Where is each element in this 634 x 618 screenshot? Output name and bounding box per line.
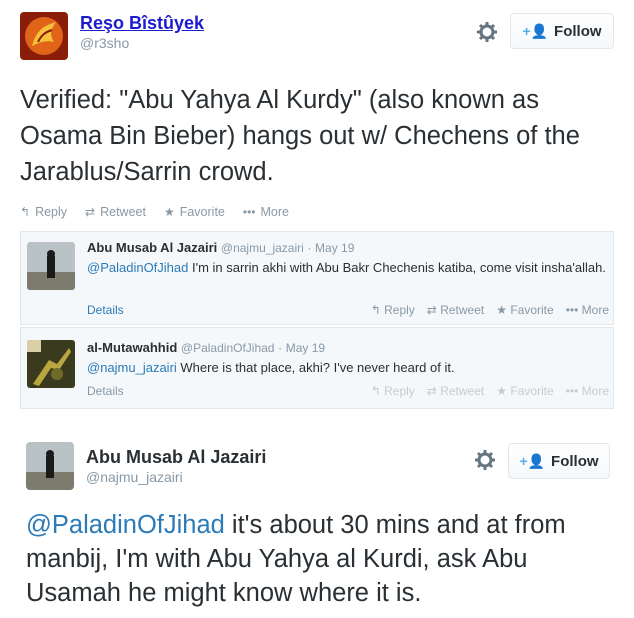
reply-date[interactable]: May 19 (286, 341, 325, 355)
author-name[interactable]: Abu Musab Al Jazairi (86, 446, 266, 468)
reply-body: Where is that place, akhi? I've never he… (176, 360, 455, 375)
mention-link[interactable]: @najmu_jazairi (87, 360, 177, 375)
reply-arrow-icon: ↰ (370, 303, 381, 317)
more-button[interactable]: ••• More (243, 205, 289, 219)
embedded-reply[interactable]: al-Mutawahhid @PaladinOfJihad · May 19 @… (20, 327, 614, 409)
gear-icon[interactable] (474, 449, 496, 471)
reply-actions: ↰ Reply ⇄ Retweet ★ Favorite ••• More (371, 303, 609, 317)
details-link[interactable]: Details (87, 303, 124, 317)
avatar[interactable] (26, 442, 74, 490)
reply-arrow-icon: ↰ (370, 384, 381, 398)
retweet-label: Retweet (440, 303, 485, 317)
mention-link[interactable]: @PaladinOfJihad (26, 511, 225, 539)
tweet1-header: Reşo Bîstûyek @r3sho (20, 12, 204, 60)
reply-label: Reply (384, 384, 415, 398)
follow-button[interactable]: +👤 Follow (510, 13, 614, 49)
retweet-icon: ⇄ (85, 205, 96, 219)
reply-text: @najmu_jazairi Where is that place, akhi… (87, 359, 607, 377)
favorite-label: Favorite (510, 384, 554, 398)
reply-button[interactable]: ↰ Reply (371, 384, 415, 398)
reply-author-name[interactable]: Abu Musab Al Jazairi (87, 240, 217, 255)
retweet-label: Retweet (440, 384, 485, 398)
ellipsis-icon: ••• (565, 384, 579, 398)
retweet-label: Retweet (100, 205, 146, 219)
star-icon: ★ (496, 303, 507, 317)
reply-button[interactable]: ↰ Reply (20, 205, 67, 219)
favorite-button[interactable]: ★ Favorite (496, 384, 553, 398)
reply-actions: ↰ Reply ⇄ Retweet ★ Favorite ••• More (371, 384, 609, 398)
more-label: More (260, 205, 289, 219)
favorite-button[interactable]: ★ Favorite (164, 205, 225, 219)
reply-author-handle[interactable]: @najmu_jazairi (221, 241, 304, 255)
follow-label: Follow (551, 452, 599, 470)
reply-author: al-Mutawahhid @PaladinOfJihad · May 19 (87, 340, 325, 355)
tweet2-text: @PaladinOfJihad it's about 30 mins and a… (26, 508, 616, 610)
more-button[interactable]: ••• More (566, 384, 609, 398)
reply-body: I'm in sarrin akhi with Abu Bakr Chechen… (188, 260, 606, 275)
mention-link[interactable]: @PaladinOfJihad (87, 260, 188, 275)
reply-author-name[interactable]: al-Mutawahhid (87, 340, 177, 355)
retweet-button[interactable]: ⇄ Retweet (427, 303, 484, 317)
details-link[interactable]: Details (87, 384, 124, 398)
favorite-button[interactable]: ★ Favorite (496, 303, 553, 317)
add-user-icon: +👤 (522, 22, 549, 39)
retweet-icon: ⇄ (426, 384, 437, 398)
avatar[interactable] (20, 12, 68, 60)
reply-label: Reply (384, 303, 415, 317)
avatar[interactable] (27, 340, 75, 388)
tweet1-text: Verified: "Abu Yahya Al Kurdy" (also kno… (20, 86, 580, 186)
reply-button[interactable]: ↰ Reply (371, 303, 415, 317)
favorite-label: Favorite (510, 303, 554, 317)
tweet1-actions: ↰ Reply ⇄ Retweet ★ Favorite ••• More (20, 205, 289, 219)
favorite-label: Favorite (179, 205, 225, 219)
ellipsis-icon: ••• (242, 205, 256, 219)
star-icon: ★ (163, 205, 175, 219)
embedded-reply[interactable]: Abu Musab Al Jazairi @najmu_jazairi · Ma… (20, 231, 614, 325)
follow-label: Follow (554, 22, 602, 40)
reply-arrow-icon: ↰ (20, 205, 31, 219)
add-user-icon: +👤 (519, 452, 546, 469)
reply-text: @PaladinOfJihad I'm in sarrin akhi with … (87, 259, 607, 277)
reply-author: Abu Musab Al Jazairi @najmu_jazairi · Ma… (87, 240, 354, 255)
author-handle[interactable]: @r3sho (80, 34, 204, 52)
reply-separator: · (307, 241, 312, 255)
more-label: More (581, 303, 609, 317)
star-icon: ★ (496, 384, 507, 398)
more-label: More (581, 384, 609, 398)
author-handle[interactable]: @najmu_jazairi (86, 468, 266, 486)
retweet-button[interactable]: ⇄ Retweet (427, 384, 484, 398)
gear-icon[interactable] (476, 21, 498, 43)
follow-button[interactable]: +👤 Follow (508, 443, 610, 479)
reply-separator: · (278, 341, 283, 355)
reply-label: Reply (35, 205, 68, 219)
retweet-button[interactable]: ⇄ Retweet (85, 205, 146, 219)
author-name[interactable]: Reşo Bîstûyek (80, 12, 204, 34)
retweet-icon: ⇄ (426, 303, 437, 317)
tweet2-header: Abu Musab Al Jazairi @najmu_jazairi (26, 442, 266, 490)
reply-author-handle[interactable]: @PaladinOfJihad (181, 341, 275, 355)
avatar[interactable] (27, 242, 75, 290)
reply-date[interactable]: May 19 (315, 241, 354, 255)
ellipsis-icon: ••• (565, 303, 579, 317)
more-button[interactable]: ••• More (566, 303, 609, 317)
